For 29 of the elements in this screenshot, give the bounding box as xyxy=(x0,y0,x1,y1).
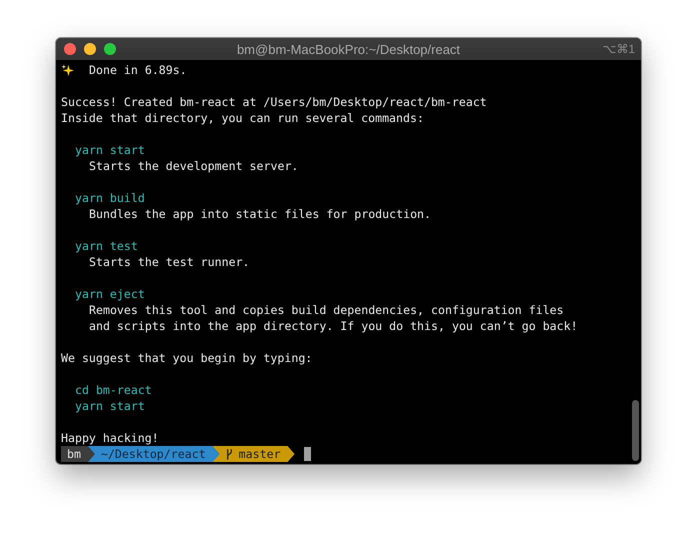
output-line: Happy hacking! xyxy=(61,430,159,446)
command-text: yarn build xyxy=(75,190,145,206)
text-cursor xyxy=(304,447,311,461)
close-button[interactable] xyxy=(64,43,76,55)
path-segment: ~/Desktop/react xyxy=(86,446,220,462)
shortcut-label: ⌥⌘1 xyxy=(602,42,635,56)
minimize-button[interactable] xyxy=(84,43,96,55)
output-line: and scripts into the app directory. If you do this, you can’t go back! xyxy=(89,318,578,334)
scrollbar-thumb[interactable] xyxy=(632,400,639,461)
sparkles-icon xyxy=(61,64,74,76)
output-line: Done in 6.89s. xyxy=(89,62,187,78)
output-line: Starts the development server. xyxy=(89,158,298,174)
command-text: yarn start xyxy=(75,398,145,414)
output-line: We suggest that you begin by typing: xyxy=(61,350,312,366)
user-segment: bm xyxy=(61,446,95,462)
command-text: yarn eject xyxy=(75,286,145,302)
branch-icon xyxy=(226,448,233,460)
command-text: yarn test xyxy=(75,238,138,254)
branch-segment: master xyxy=(212,446,295,462)
zoom-button[interactable] xyxy=(104,43,116,55)
window-title: bm@bm-MacBookPro:~/Desktop/react xyxy=(236,42,460,56)
command-text: cd bm-react xyxy=(75,382,152,398)
command-text: yarn start xyxy=(75,142,145,158)
output-line: Starts the test runner. xyxy=(89,254,250,270)
scrollbar[interactable] xyxy=(629,60,641,464)
output-line: Inside that directory, you can run several commands: xyxy=(61,110,424,126)
output-line: Success! Created bm-react at /Users/bm/Desktop/react/bm-react xyxy=(61,94,487,110)
output-line: Removes this tool and copies build dependencies, configuration files xyxy=(89,302,564,318)
output-line: Bundles the app into static files for production. xyxy=(89,206,432,222)
